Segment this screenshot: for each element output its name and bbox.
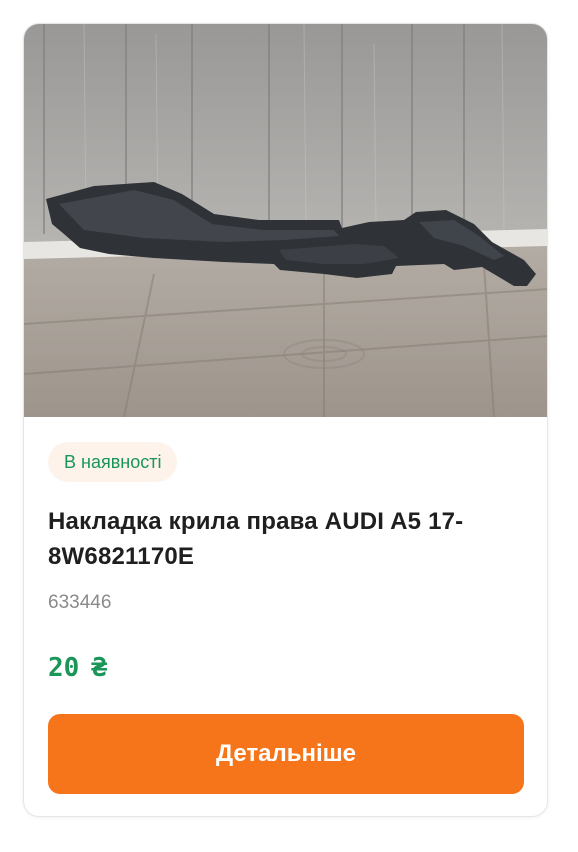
price-value: 20 bbox=[48, 653, 80, 683]
product-image[interactable] bbox=[24, 24, 547, 417]
availability-badge: В наявності bbox=[48, 442, 178, 482]
product-title[interactable]: Накладка крила права AUDI A5 17- 8W68211… bbox=[48, 504, 528, 574]
product-card: В наявності Накладка крила права AUDI A5… bbox=[23, 23, 548, 817]
product-price: 20 ₴ bbox=[48, 651, 107, 685]
product-sku: 633446 bbox=[48, 592, 112, 613]
details-button[interactable]: Детальніше bbox=[48, 714, 524, 794]
price-currency: ₴ bbox=[91, 653, 107, 683]
